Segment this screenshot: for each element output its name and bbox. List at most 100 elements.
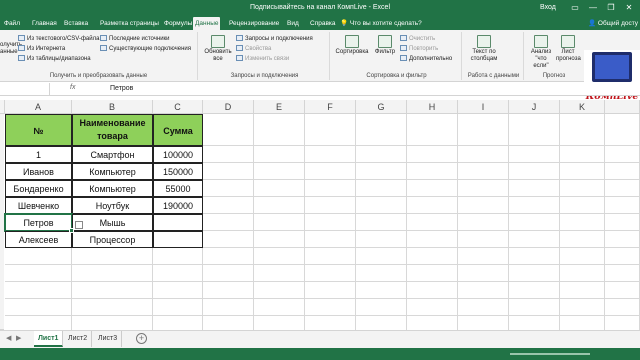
empty-cell[interactable] xyxy=(356,282,407,299)
empty-cell[interactable] xyxy=(72,316,153,330)
empty-cell[interactable] xyxy=(254,197,305,214)
name-box[interactable] xyxy=(0,83,50,95)
empty-cell[interactable] xyxy=(356,146,407,163)
column-header-h[interactable]: H xyxy=(407,100,458,114)
fx-icon[interactable]: fx xyxy=(70,84,75,91)
empty-cell[interactable] xyxy=(458,214,509,231)
empty-cell[interactable] xyxy=(72,248,153,265)
table-cell[interactable] xyxy=(153,231,203,248)
empty-cell[interactable] xyxy=(407,316,458,330)
tab-help[interactable]: Справка xyxy=(308,17,338,30)
empty-cell[interactable] xyxy=(605,114,640,146)
tab-view[interactable]: Вид xyxy=(285,17,301,30)
empty-cell[interactable] xyxy=(5,265,72,282)
empty-cell[interactable] xyxy=(560,282,605,299)
empty-cell[interactable] xyxy=(305,265,356,282)
edit-links-button[interactable]: Изменить связи xyxy=(236,55,289,63)
empty-cell[interactable] xyxy=(458,146,509,163)
empty-cell[interactable] xyxy=(407,146,458,163)
header-cell-sum[interactable]: Сумма xyxy=(153,114,203,146)
filter-button[interactable]: Фильтр xyxy=(372,35,398,56)
empty-cell[interactable] xyxy=(509,180,560,197)
refresh-all-button[interactable]: Обновить все xyxy=(203,35,233,63)
table-cell[interactable]: Иванов xyxy=(5,163,72,180)
table-cell[interactable]: Бондаренко xyxy=(5,180,72,197)
empty-cell[interactable] xyxy=(407,231,458,248)
column-header-d[interactable]: D xyxy=(203,100,254,114)
empty-cell[interactable] xyxy=(153,299,203,316)
column-header-c[interactable]: C xyxy=(153,100,203,114)
empty-cell[interactable] xyxy=(203,282,254,299)
table-cell[interactable]: Алексеев xyxy=(5,231,72,248)
empty-cell[interactable] xyxy=(153,316,203,330)
ribbon-display-icon[interactable]: ▭ xyxy=(566,1,584,15)
empty-cell[interactable] xyxy=(605,180,640,197)
empty-cell[interactable] xyxy=(305,214,356,231)
get-data-button[interactable]: олучить анные xyxy=(0,42,22,56)
empty-cell[interactable] xyxy=(254,214,305,231)
empty-cell[interactable] xyxy=(305,163,356,180)
clear-filter-button[interactable]: Очистить xyxy=(400,35,435,43)
empty-cell[interactable] xyxy=(560,180,605,197)
sheet-tab-1[interactable]: Лист1 xyxy=(34,331,64,347)
column-header-i[interactable]: I xyxy=(458,100,509,114)
empty-cell[interactable] xyxy=(153,248,203,265)
existing-connections-button[interactable]: Существующие подключения xyxy=(100,45,191,53)
paste-options-icon[interactable] xyxy=(75,221,83,229)
empty-cell[interactable] xyxy=(509,214,560,231)
empty-cell[interactable] xyxy=(407,163,458,180)
empty-cell[interactable] xyxy=(605,163,640,180)
tab-insert[interactable]: Вставка xyxy=(62,17,90,30)
empty-cell[interactable] xyxy=(5,316,72,330)
minimize-button[interactable]: — xyxy=(584,1,602,15)
table-cell[interactable]: Ноутбук xyxy=(72,197,153,214)
table-cell[interactable]: Шевченко xyxy=(5,197,72,214)
empty-cell[interactable] xyxy=(560,248,605,265)
empty-cell[interactable] xyxy=(203,114,254,146)
empty-cell[interactable] xyxy=(356,299,407,316)
empty-cell[interactable] xyxy=(203,180,254,197)
table-cell[interactable]: 100000 xyxy=(153,146,203,163)
empty-cell[interactable] xyxy=(254,180,305,197)
empty-cell[interactable] xyxy=(305,180,356,197)
empty-cell[interactable] xyxy=(203,248,254,265)
empty-cell[interactable] xyxy=(407,248,458,265)
empty-cell[interactable] xyxy=(153,265,203,282)
empty-cell[interactable] xyxy=(605,299,640,316)
empty-cell[interactable] xyxy=(509,114,560,146)
empty-cell[interactable] xyxy=(203,316,254,330)
empty-cell[interactable] xyxy=(254,316,305,330)
what-if-button[interactable]: Анализ "что если" xyxy=(528,35,554,70)
column-header-a[interactable]: A xyxy=(5,100,72,114)
empty-cell[interactable] xyxy=(407,214,458,231)
empty-cell[interactable] xyxy=(203,265,254,282)
empty-cell[interactable] xyxy=(254,163,305,180)
empty-cell[interactable] xyxy=(509,146,560,163)
empty-cell[interactable] xyxy=(605,231,640,248)
forecast-sheet-button[interactable]: Лист прогноза xyxy=(556,35,581,63)
empty-cell[interactable] xyxy=(560,299,605,316)
empty-cell[interactable] xyxy=(458,265,509,282)
empty-cell[interactable] xyxy=(509,197,560,214)
share-button[interactable]: 👤 Общий досту xyxy=(588,18,638,29)
empty-cell[interactable] xyxy=(605,197,640,214)
empty-cell[interactable] xyxy=(509,282,560,299)
empty-cell[interactable] xyxy=(605,316,640,330)
queries-connections-button[interactable]: Запросы и подключения xyxy=(236,35,313,43)
table-cell[interactable]: 1 xyxy=(5,146,72,163)
empty-cell[interactable] xyxy=(407,180,458,197)
header-cell-product[interactable]: Наименование товара xyxy=(72,114,153,146)
close-button[interactable]: ✕ xyxy=(620,1,638,15)
empty-cell[interactable] xyxy=(458,231,509,248)
empty-cell[interactable] xyxy=(305,299,356,316)
column-header-f[interactable]: F xyxy=(305,100,356,114)
next-sheet-icon[interactable]: ▶ xyxy=(16,334,21,342)
properties-button[interactable]: Свойства xyxy=(236,45,271,53)
table-cell[interactable]: 190000 xyxy=(153,197,203,214)
empty-cell[interactable] xyxy=(509,231,560,248)
empty-cell[interactable] xyxy=(560,146,605,163)
empty-cell[interactable] xyxy=(305,231,356,248)
restore-button[interactable]: ❐ xyxy=(602,1,620,15)
empty-cell[interactable] xyxy=(458,282,509,299)
active-cell[interactable]: Петров xyxy=(4,213,73,232)
